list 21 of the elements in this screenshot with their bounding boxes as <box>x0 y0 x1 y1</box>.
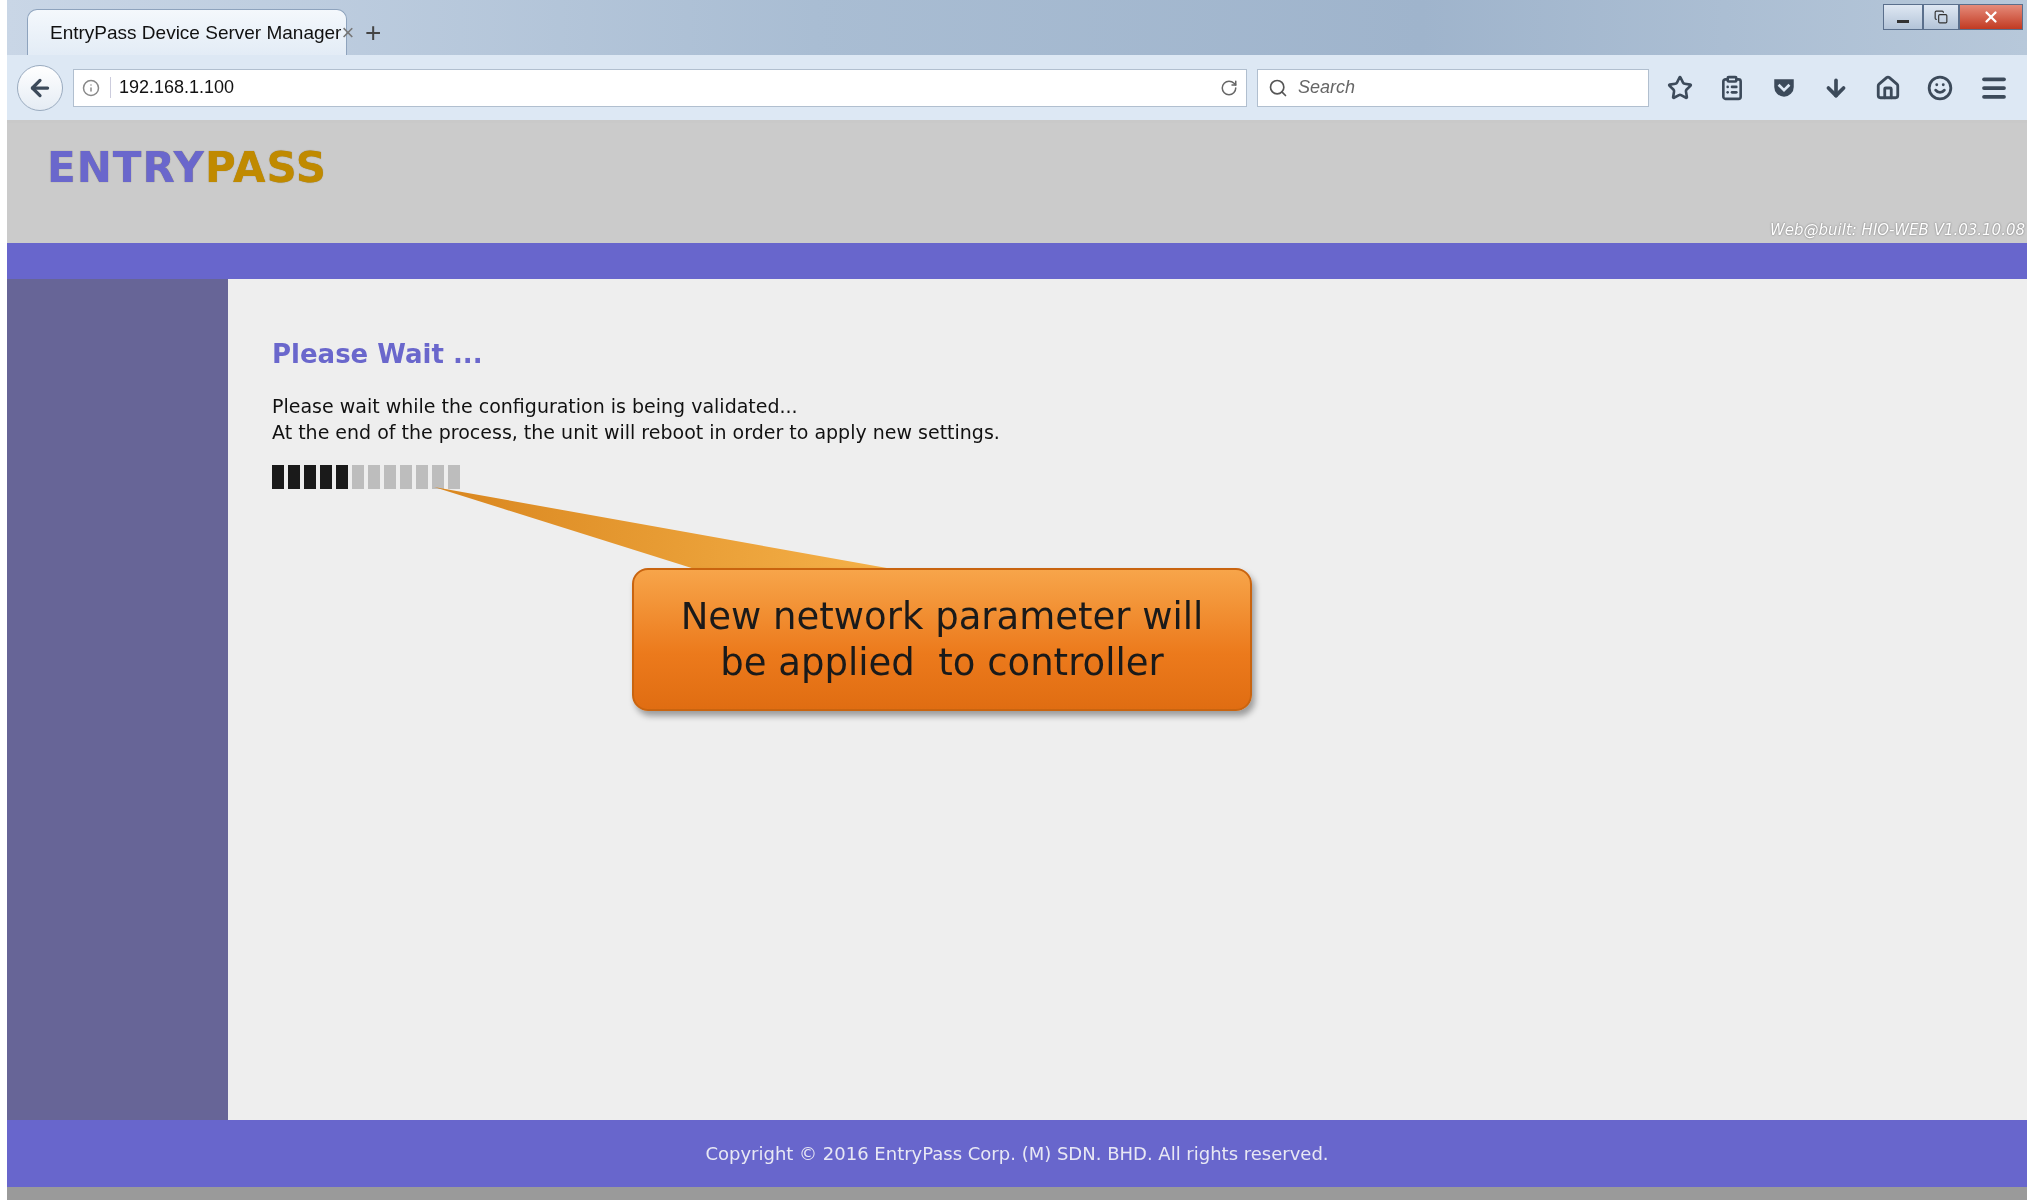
message-text: Please wait while the configuration is being validated... <box>272 394 799 419</box>
back-button[interactable] <box>17 64 63 111</box>
address-bar[interactable]: 192.168.1.100 <box>73 68 1247 107</box>
search-box[interactable]: Search <box>1257 68 1649 107</box>
restore-button[interactable] <box>1923 4 1959 30</box>
tab-title: EntryPass Device Server Manager <box>50 21 342 44</box>
minimize-icon <box>1897 19 1909 23</box>
info-icon[interactable] <box>82 78 100 97</box>
copyright-text: Copyright © 2016 EntryPass Corp. (M) SDN. BHD. All rights reserved. <box>705 1143 1329 1164</box>
page-title: Please Wait ... <box>272 339 484 369</box>
search-icon <box>1268 77 1288 98</box>
minimize-button[interactable] <box>1883 4 1923 30</box>
reload-icon[interactable] <box>1220 78 1238 97</box>
url-text: 192.168.1.100 <box>110 77 1210 98</box>
logo: ENTRYPASS <box>47 143 328 192</box>
new-tab-button[interactable]: + <box>361 17 386 49</box>
close-icon <box>1982 8 2000 26</box>
close-button[interactable] <box>1959 4 2023 30</box>
search-field[interactable]: Search <box>1296 76 1638 99</box>
restore-icon <box>1934 10 1948 24</box>
message-text: At the end of the process, the unit will reboot in order to apply new settings. <box>272 420 1001 445</box>
